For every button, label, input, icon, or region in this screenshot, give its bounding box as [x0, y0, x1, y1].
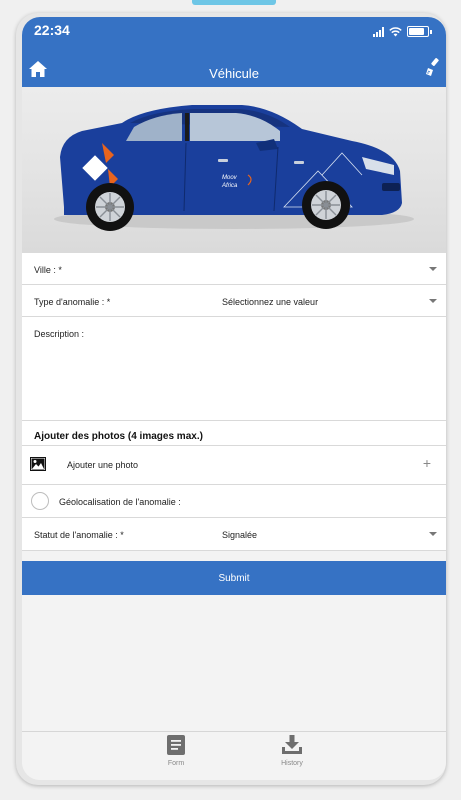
type-anomalie-label: Type d'anomalie : *	[34, 297, 111, 307]
photos-section-header: Ajouter des photos (4 images max.)	[22, 421, 446, 446]
top-tab-indicator	[192, 0, 276, 5]
page-title: Véhicule	[209, 66, 259, 81]
car-image: Moov Africa	[54, 105, 414, 231]
form-icon	[167, 735, 185, 755]
statut-label: Statut de l'anomalie : *	[34, 530, 124, 540]
description-label: Description :	[34, 329, 85, 339]
type-anomalie-select[interactable]: Type d'anomalie : * Sélectionnez une val…	[22, 285, 446, 317]
download-icon	[282, 735, 302, 754]
photos-section-title: Ajouter des photos (4 images max.)	[34, 431, 203, 442]
geolocation-label: Géolocalisation de l'anomalie :	[59, 497, 181, 507]
image-icon	[30, 457, 46, 471]
tab-history[interactable]: History	[252, 735, 332, 767]
battery-tip	[430, 30, 432, 34]
status-time: 22:34	[34, 22, 70, 38]
tab-form[interactable]: Form	[136, 735, 216, 767]
add-photo-label: Ajouter une photo	[67, 460, 139, 470]
nav-bar: Véhicule	[22, 45, 446, 87]
chevron-down-icon	[429, 532, 437, 536]
statut-value: Signalée	[222, 530, 258, 540]
brush-icon	[426, 58, 439, 76]
car-logo-line2: Africa	[221, 183, 238, 189]
chevron-down-icon	[429, 299, 437, 303]
geolocation-row[interactable]: Géolocalisation de l'anomalie :	[22, 485, 446, 518]
chevron-down-icon	[429, 267, 437, 271]
ville-label: Ville : *	[34, 265, 62, 275]
add-photo-row[interactable]: Ajouter une photo +	[22, 446, 446, 485]
bottom-tab-bar: Form History	[22, 731, 446, 780]
tab-history-label: History	[281, 760, 303, 767]
description-field[interactable]: Description :	[22, 317, 446, 421]
submit-button[interactable]: Submit	[22, 561, 446, 595]
type-anomalie-placeholder: Sélectionnez une valeur	[222, 297, 319, 307]
vehicle-hero-image: Moov Africa	[22, 87, 446, 253]
status-bar: 22:34	[22, 17, 446, 45]
signal-icon	[373, 27, 384, 37]
app-screen: 22:34 Véhicule Moov Africa Ville: * Typ…	[22, 17, 446, 780]
geolocation-radio[interactable]	[31, 492, 49, 510]
status-icons	[373, 25, 432, 37]
car-logo-line1: Moov	[222, 175, 238, 181]
battery-icon	[407, 26, 429, 37]
clear-form-button[interactable]	[424, 58, 440, 76]
ville-select[interactable]: Ville : *	[22, 253, 446, 285]
tab-form-label: Form	[167, 760, 185, 767]
statut-select[interactable]: Statut de l'anomalie : * Signalée	[22, 518, 446, 551]
plus-icon[interactable]: +	[423, 455, 431, 471]
wifi-icon	[389, 27, 402, 37]
